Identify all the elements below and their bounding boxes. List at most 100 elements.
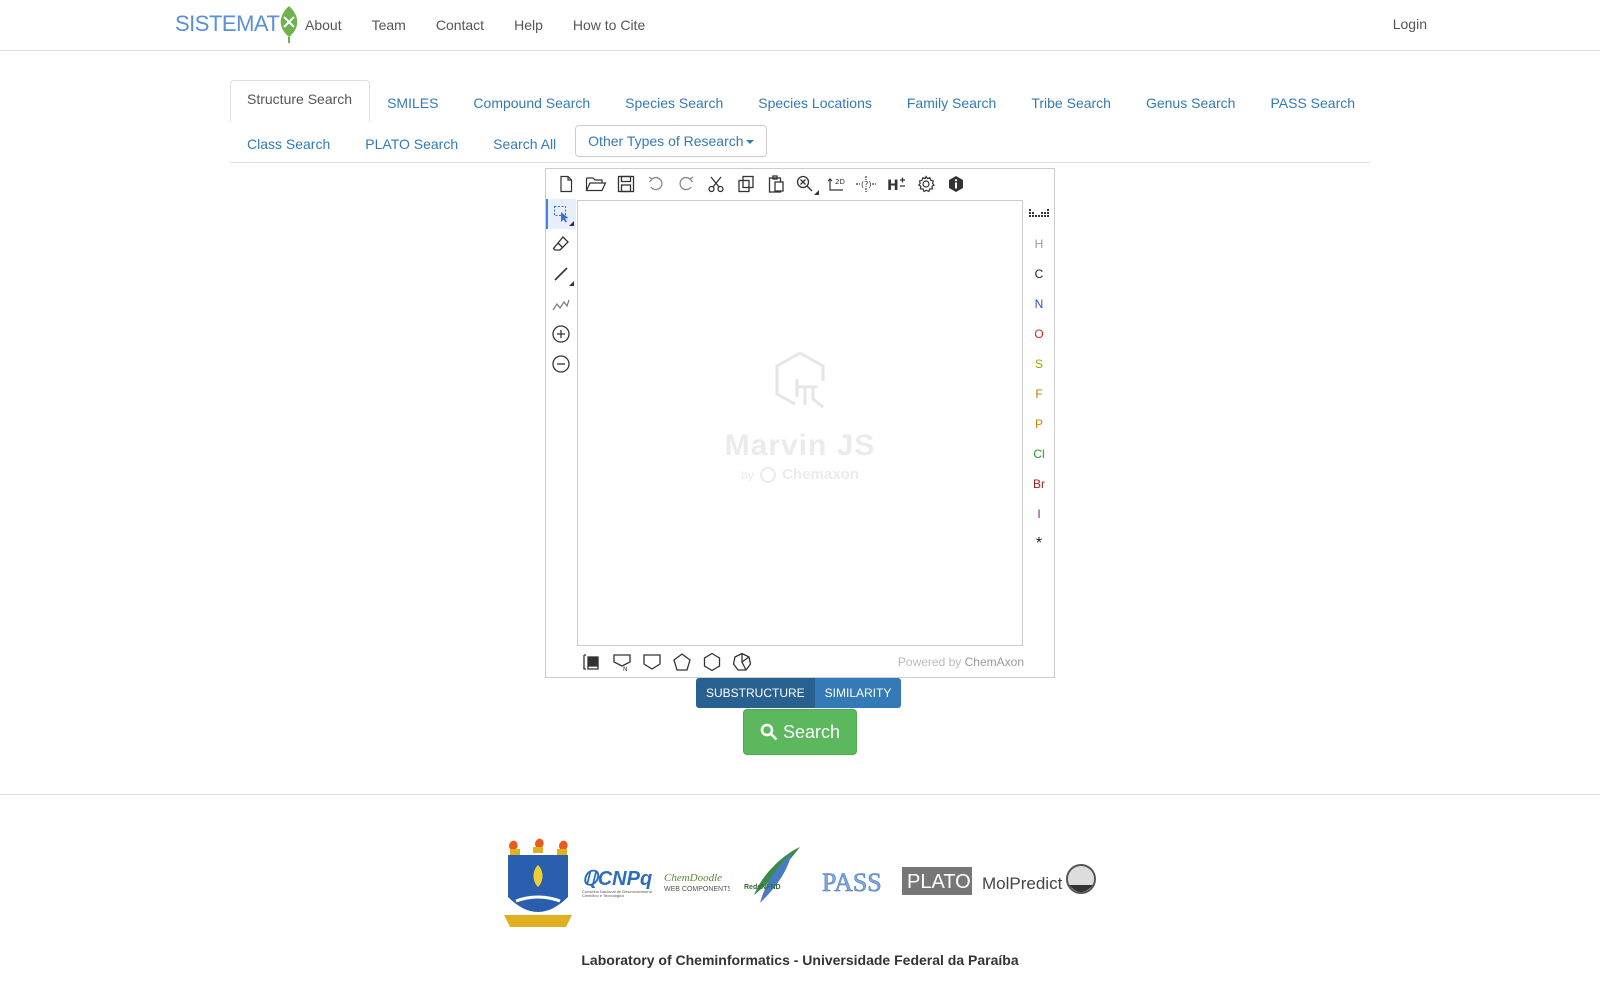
nav-help[interactable]: Help <box>499 17 558 33</box>
footer: ℚCNPq Conselho Nacional de Desenvolvimen… <box>0 794 1600 1000</box>
redenfnd-logo: RedeNFND <box>744 847 800 903</box>
partner-logos: ℚCNPq Conselho Nacional de Desenvolvimen… <box>500 835 1100 935</box>
periodic-toolbar: H C N O S F P Cl Br I * <box>1024 199 1054 639</box>
powered-prefix: Powered by <box>897 655 962 669</box>
marvin-logo-icon <box>775 351 825 409</box>
paste-icon[interactable] <box>761 170 791 198</box>
brand-name: SISTEMAT <box>175 11 280 36</box>
svg-text:ℚCNPq: ℚCNPq <box>582 868 652 890</box>
element-c-button[interactable]: C <box>1024 259 1054 289</box>
pyridine-template-icon[interactable]: N <box>607 648 637 676</box>
element-s-button[interactable]: S <box>1024 349 1054 379</box>
tab-species-search[interactable]: Species Search <box>608 84 741 122</box>
rectangle-selection-icon[interactable] <box>546 199 576 229</box>
watermark-by: by <box>741 468 754 482</box>
cyclopentane-template-icon[interactable] <box>667 648 697 676</box>
element-i-button[interactable]: I <box>1024 499 1054 529</box>
svg-text:Científico e Tecnológico: Científico e Tecnológico <box>582 893 625 898</box>
svg-text:2D: 2D <box>835 178 845 186</box>
tab-search-all[interactable]: Search All <box>476 125 574 163</box>
increase-charge-icon[interactable] <box>546 319 576 349</box>
svg-text:(?): (?) <box>861 180 872 189</box>
tab-tribe-search[interactable]: Tribe Search <box>1014 84 1129 122</box>
single-bond-icon[interactable] <box>546 259 576 289</box>
cycloheptane-template-icon[interactable] <box>727 648 757 676</box>
clean-2d-icon[interactable]: 2D <box>821 170 851 198</box>
other-research-dropdown[interactable]: Other Types of Research <box>575 125 767 157</box>
periodic-table-icon[interactable] <box>1024 199 1054 229</box>
similarity-button[interactable]: SIMILARITY <box>814 678 902 708</box>
element-f-button[interactable]: F <box>1024 379 1054 409</box>
svg-text:PASS: PASS <box>822 868 882 897</box>
nav-team[interactable]: Team <box>357 17 421 33</box>
nav-links: About Team Contact Help How to Cite <box>290 0 660 50</box>
watermark-byline: by Chemaxon <box>578 466 1022 484</box>
drawing-canvas[interactable]: Marvin JS by Chemaxon <box>577 200 1023 646</box>
tab-structure-search[interactable]: Structure Search <box>230 80 371 122</box>
svg-text:MolPredict: MolPredict <box>982 874 1063 893</box>
element-cl-button[interactable]: Cl <box>1024 439 1054 469</box>
eraser-icon[interactable] <box>546 229 576 259</box>
substructure-button[interactable]: SUBSTRUCTURE <box>696 678 815 708</box>
element-h-button[interactable]: H <box>1024 229 1054 259</box>
svg-text:H: H <box>887 178 899 193</box>
search-button-label: Search <box>782 721 841 742</box>
svg-text:RedeNFND: RedeNFND <box>744 884 781 891</box>
zoom-icon[interactable] <box>791 170 821 198</box>
tab-class-search[interactable]: Class Search <box>230 125 348 163</box>
chemaxon-logo-icon <box>760 467 776 484</box>
info-icon[interactable] <box>941 170 971 198</box>
login-link[interactable]: Login <box>1393 16 1427 32</box>
element-any-button[interactable]: * <box>1024 529 1054 559</box>
watermark-company: Chemaxon <box>782 466 859 483</box>
tab-compound-search[interactable]: Compound Search <box>456 84 608 122</box>
svg-text:WEB COMPONENTS: WEB COMPONENTS <box>664 886 730 893</box>
svg-text:N: N <box>623 666 628 672</box>
element-o-button[interactable]: O <box>1024 319 1054 349</box>
left-toolbar <box>546 199 576 639</box>
query-atom-icon[interactable]: (?) <box>851 170 881 198</box>
plato-logo: PLATO <box>902 867 972 895</box>
nav-how-to-cite[interactable]: How to Cite <box>558 17 660 33</box>
redo-icon[interactable] <box>671 170 701 198</box>
tab-smiles[interactable]: SMILES <box>370 84 456 122</box>
molpredictx-logo: MolPredict <box>982 864 1096 894</box>
tab-species-locations[interactable]: Species Locations <box>741 84 890 122</box>
open-folder-icon[interactable] <box>581 170 611 198</box>
chain-icon[interactable] <box>546 289 576 319</box>
cnpq-logo: ℚCNPq Conselho Nacional de Desenvolvimen… <box>582 868 652 898</box>
pass-logo: PASS <box>822 868 882 897</box>
cyclobutane-template-icon[interactable] <box>637 648 667 676</box>
save-icon[interactable] <box>611 170 641 198</box>
new-file-icon[interactable] <box>551 170 581 198</box>
tab-family-search[interactable]: Family Search <box>890 84 1014 122</box>
marvin-editor: 2D (?) H Marvin JS by Chemaxon H C N O S… <box>545 168 1055 678</box>
cut-icon[interactable] <box>701 170 731 198</box>
search-button[interactable]: Search <box>743 709 857 755</box>
search-icon <box>760 723 778 741</box>
nav-contact[interactable]: Contact <box>421 17 499 33</box>
brand-logo[interactable]: SISTEMAT <box>175 4 301 44</box>
dropdown-triangle-icon <box>814 190 819 195</box>
dropdown-label: Other Types of Research <box>588 133 744 149</box>
tab-plato-search[interactable]: PLATO Search <box>348 125 476 163</box>
caret-down-icon <box>745 140 754 145</box>
search-mode-toggle: SUBSTRUCTURE SIMILARITY <box>696 678 902 708</box>
undo-icon[interactable] <box>641 170 671 198</box>
nav-about[interactable]: About <box>290 17 357 33</box>
svg-text:PLATO: PLATO <box>907 871 971 893</box>
powered-brand[interactable]: ChemAxon <box>965 655 1024 669</box>
settings-gear-icon[interactable] <box>911 170 941 198</box>
element-n-button[interactable]: N <box>1024 289 1054 319</box>
explicit-hydrogens-icon[interactable]: H <box>881 170 911 198</box>
svg-text:ChemDoodle: ChemDoodle <box>664 872 722 884</box>
cyclohexane-template-icon[interactable] <box>697 648 727 676</box>
tab-pass-search[interactable]: PASS Search <box>1253 84 1373 122</box>
dropdown-triangle-icon <box>569 221 574 226</box>
element-p-button[interactable]: P <box>1024 409 1054 439</box>
copy-icon[interactable] <box>731 170 761 198</box>
benzene-template-icon[interactable] <box>577 648 607 676</box>
tab-genus-search[interactable]: Genus Search <box>1129 84 1254 122</box>
element-br-button[interactable]: Br <box>1024 469 1054 499</box>
decrease-charge-icon[interactable] <box>546 349 576 379</box>
